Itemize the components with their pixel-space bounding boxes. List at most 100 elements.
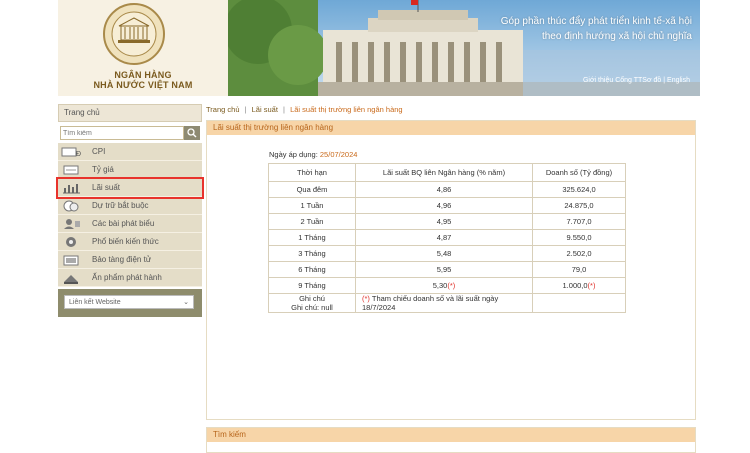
note-value: Ghi chú: null: [291, 303, 333, 312]
slogan-line2: theo định hướng xã hội chủ nghĩa: [541, 31, 692, 42]
breadcrumb: Trang chủ | Lãi suất | Lãi suất thị trườ…: [206, 103, 696, 117]
sidebar-menu: Đ CPI Tỷ giá Lãi suất Dự trữ bắt buộc Cá…: [56, 143, 204, 287]
slogan-line1: Góp phần thúc đẩy phát triển kinh tế-xã …: [500, 16, 692, 27]
panel-title: Lãi suất thị trường liên ngân hàng: [207, 121, 695, 135]
sidebar-item-label: Bảo tàng điện tử: [92, 255, 152, 264]
website-link-box: Liên kết Website ⌄: [58, 289, 202, 317]
search-panel: Tìm kiếm: [206, 427, 696, 453]
breadcrumb-interest-rate[interactable]: Lãi suất: [252, 105, 278, 114]
sidebar-item-label: Lãi suất: [92, 183, 121, 192]
sidebar-item-museum[interactable]: Bảo tàng điện tử: [58, 251, 202, 269]
cell-rate: 5,30(*): [355, 277, 533, 294]
volume-reference-mark: (*): [587, 281, 596, 290]
apply-date-row: Ngày áp dụng: 25/07/2024: [269, 150, 357, 159]
table-header-row: Thời hạn Lãi suất BQ liên Ngân hàng (% n…: [268, 163, 626, 182]
column-header-term: Thời hạn: [268, 163, 356, 182]
cell-rate: 4,95: [355, 213, 533, 230]
note-row: Ghi chú Ghi chú: null (*) Tham chiếu doa…: [268, 293, 626, 313]
note-label-cell: Ghi chú Ghi chú: null: [268, 293, 356, 313]
rate-reference-mark: (*): [447, 281, 456, 290]
breadcrumb-separator: |: [244, 105, 247, 114]
header-links: Giới thiệu Cổng TTSơ đồ | English: [583, 77, 690, 84]
note-empty-cell: [532, 293, 626, 313]
sidebar-item-label: CPI: [92, 147, 106, 156]
cell-rate: 4,86: [355, 181, 533, 198]
left-sidebar: Trang chủ Đ CPI Tỷ giá: [56, 104, 204, 317]
sidebar-item-reserve-requirement[interactable]: Dự trữ bắt buộc: [58, 197, 202, 215]
apply-date-value: 25/07/2024: [319, 150, 358, 159]
sidebar-item-label: Phổ biến kiến thức: [92, 237, 159, 246]
note-text-cell: (*) Tham chiếu doanh số và lãi suất ngày…: [355, 293, 533, 313]
chevron-down-icon: ⌄: [183, 299, 189, 306]
cell-volume: 9.550,0: [532, 229, 626, 246]
volume-value: 1.000,0: [562, 281, 588, 290]
cell-term: 6 Tháng: [268, 261, 356, 278]
logo-area[interactable]: NGÂN HÀNG NHÀ NƯỚC VIỆT NAM: [58, 0, 228, 96]
breadcrumb-current: Lãi suất thị trường liên ngân hàng: [290, 105, 403, 114]
note-label: Ghi chú: [299, 294, 325, 303]
breadcrumb-home[interactable]: Trang chủ: [206, 105, 240, 114]
svg-text:Đ: Đ: [76, 151, 81, 158]
link-english[interactable]: English: [667, 77, 690, 84]
bar-chart-icon: [58, 180, 86, 195]
bank-name-line2: NHÀ NƯỚC VIỆT NAM: [93, 80, 193, 90]
cell-term: 3 Tháng: [268, 245, 356, 262]
cell-term: Qua đêm: [268, 181, 356, 198]
breadcrumb-separator: |: [283, 105, 285, 114]
publication-icon: [58, 270, 86, 285]
table-row: 9 Tháng 5,30(*) 1.000,0(*): [268, 277, 626, 294]
sidebar-item-knowledge[interactable]: Phổ biến kiến thức: [58, 233, 202, 251]
sidebar-item-label: Ấn phẩm phát hành: [92, 273, 162, 282]
exchange-rate-icon: [58, 162, 86, 177]
table-row: 1 Tuần 4,96 24.875,0: [268, 197, 626, 214]
table-row: 3 Tháng 5,48 2.502,0: [268, 245, 626, 262]
coins-icon: [58, 198, 86, 213]
cell-volume: 1.000,0(*): [532, 277, 626, 294]
search-panel-title: Tìm kiếm: [207, 428, 695, 442]
bank-seal-logo: [103, 3, 165, 65]
link-portal-sitemap[interactable]: Cổng TTSơ đồ: [615, 77, 661, 84]
cell-volume: 325.624,0: [532, 181, 626, 198]
table-row: 1 Tháng 4,87 9.550,0: [268, 229, 626, 246]
speech-icon: [58, 216, 86, 231]
note-text: Tham chiếu doanh số và lãi suất ngày 18/…: [362, 294, 499, 312]
cell-rate: 4,87: [355, 229, 533, 246]
bank-name-line1: NGÂN HÀNG: [114, 70, 172, 80]
main-content: Trang chủ | Lãi suất | Lãi suất thị trườ…: [206, 103, 696, 453]
sidebar-item-publications[interactable]: Ấn phẩm phát hành: [58, 269, 202, 287]
website-link-select[interactable]: Liên kết Website ⌄: [64, 295, 194, 309]
sidebar-home[interactable]: Trang chủ: [58, 104, 202, 122]
cell-term: 1 Tháng: [268, 229, 356, 246]
cell-volume: 79,0: [532, 261, 626, 278]
link-introduction[interactable]: Giới thiệu: [583, 77, 613, 84]
table-row: 6 Tháng 5,95 79,0: [268, 261, 626, 278]
museum-icon: [58, 252, 86, 267]
cell-term: 1 Tuần: [268, 197, 356, 214]
cell-volume: 7.707,0: [532, 213, 626, 230]
column-header-rate: Lãi suất BQ liên Ngân hàng (% năm): [355, 163, 533, 182]
sidebar-item-interest-rate[interactable]: Lãi suất: [56, 177, 204, 199]
cell-rate: 5,95: [355, 261, 533, 278]
sidebar-search: [58, 126, 202, 140]
search-button[interactable]: [184, 126, 200, 140]
cell-term: 9 Tháng: [268, 277, 356, 294]
search-input[interactable]: [60, 126, 184, 140]
knowledge-icon: [58, 234, 86, 249]
table-row: 2 Tuần 4,95 7.707,0: [268, 213, 626, 230]
apply-date-label: Ngày áp dụng:: [269, 150, 318, 159]
cell-rate: 4,96: [355, 197, 533, 214]
interbank-rate-panel: Lãi suất thị trường liên ngân hàng Ngày …: [206, 120, 696, 420]
sidebar-item-exchange-rate[interactable]: Tỷ giá: [58, 161, 202, 179]
column-header-volume: Doanh số (Tỷ đồng): [532, 163, 626, 182]
sidebar-item-label: Các bài phát biểu: [92, 219, 155, 228]
cell-term: 2 Tuần: [268, 213, 356, 230]
rate-value: 5,30: [432, 281, 448, 290]
sidebar-item-speeches[interactable]: Các bài phát biểu: [58, 215, 202, 233]
site-header: NGÂN HÀNG NHÀ NƯỚC VIỆT NAM Góp phần thú…: [58, 0, 700, 96]
cell-volume: 2.502,0: [532, 245, 626, 262]
cell-volume: 24.875,0: [532, 197, 626, 214]
note-mark: (*): [362, 294, 370, 303]
cpi-icon: Đ: [58, 144, 86, 159]
sidebar-item-cpi[interactable]: Đ CPI: [58, 143, 202, 161]
sidebar-item-label: Dự trữ bắt buộc: [92, 201, 149, 210]
